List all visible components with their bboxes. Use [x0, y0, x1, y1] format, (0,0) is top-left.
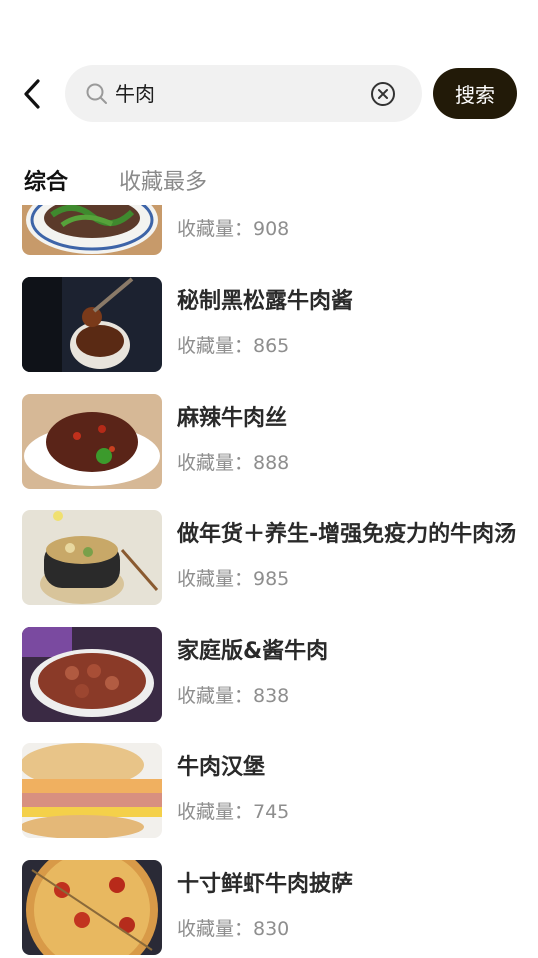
recipe-title[interactable]: 十寸鲜虾牛肉披萨 — [177, 868, 517, 902]
tab-comprehensive[interactable]: 综合 — [24, 166, 68, 200]
recipe-thumbnail — [22, 743, 162, 838]
search-box[interactable]: 牛肉 — [65, 65, 422, 122]
favorite-count: 收藏量：888 — [177, 452, 290, 474]
clear-icon[interactable] — [369, 80, 397, 108]
list-item[interactable]: 做年货＋养生-增强免疫力的牛肉汤 收藏量：985 — [0, 510, 538, 606]
recipe-thumbnail — [22, 205, 162, 255]
recipe-title[interactable]: 牛肉汉堡 — [177, 751, 517, 785]
recipe-list[interactable]: 收藏量：908 秘制黑松露牛肉酱 收藏量：865 麻辣牛肉丝 收藏量：888 做… — [0, 205, 538, 958]
recipe-thumbnail — [22, 510, 162, 605]
favorite-count: 收藏量：908 — [177, 218, 290, 240]
search-button[interactable]: 搜索 — [433, 68, 517, 119]
list-item[interactable]: 家庭版&酱牛肉 收藏量：838 — [0, 627, 538, 723]
list-item[interactable]: 秘制黑松露牛肉酱 收藏量：865 — [0, 277, 538, 373]
recipe-title[interactable]: 家庭版&酱牛肉 — [177, 635, 517, 669]
favorite-count: 收藏量：865 — [177, 335, 290, 357]
favorite-count: 收藏量：838 — [177, 685, 290, 707]
tab-bar: 综合 收藏最多 — [0, 166, 538, 200]
recipe-title[interactable]: 麻辣牛肉丝 — [177, 402, 517, 436]
recipe-thumbnail — [22, 627, 162, 722]
list-item[interactable]: 牛肉汉堡 收藏量：745 — [0, 743, 538, 839]
recipe-thumbnail — [22, 277, 162, 372]
list-item[interactable]: 麻辣牛肉丝 收藏量：888 — [0, 394, 538, 490]
tab-most-favorited[interactable]: 收藏最多 — [119, 166, 207, 200]
search-icon — [86, 83, 107, 104]
search-input[interactable]: 牛肉 — [115, 80, 155, 108]
recipe-thumbnail — [22, 394, 162, 489]
favorite-count: 收藏量：745 — [177, 801, 290, 823]
list-item[interactable]: 十寸鲜虾牛肉披萨 收藏量：830 — [0, 860, 538, 956]
back-arrow-icon[interactable] — [18, 78, 46, 110]
recipe-title[interactable]: 秘制黑松露牛肉酱 — [177, 285, 517, 319]
favorite-count: 收藏量：985 — [177, 568, 290, 590]
top-bar: 牛肉 搜索 — [0, 64, 538, 124]
favorite-count: 收藏量：830 — [177, 918, 290, 940]
list-item[interactable]: 收藏量：908 — [0, 205, 538, 256]
recipe-thumbnail — [22, 860, 162, 955]
recipe-title[interactable]: 做年货＋养生-增强免疫力的牛肉汤 — [177, 518, 517, 552]
